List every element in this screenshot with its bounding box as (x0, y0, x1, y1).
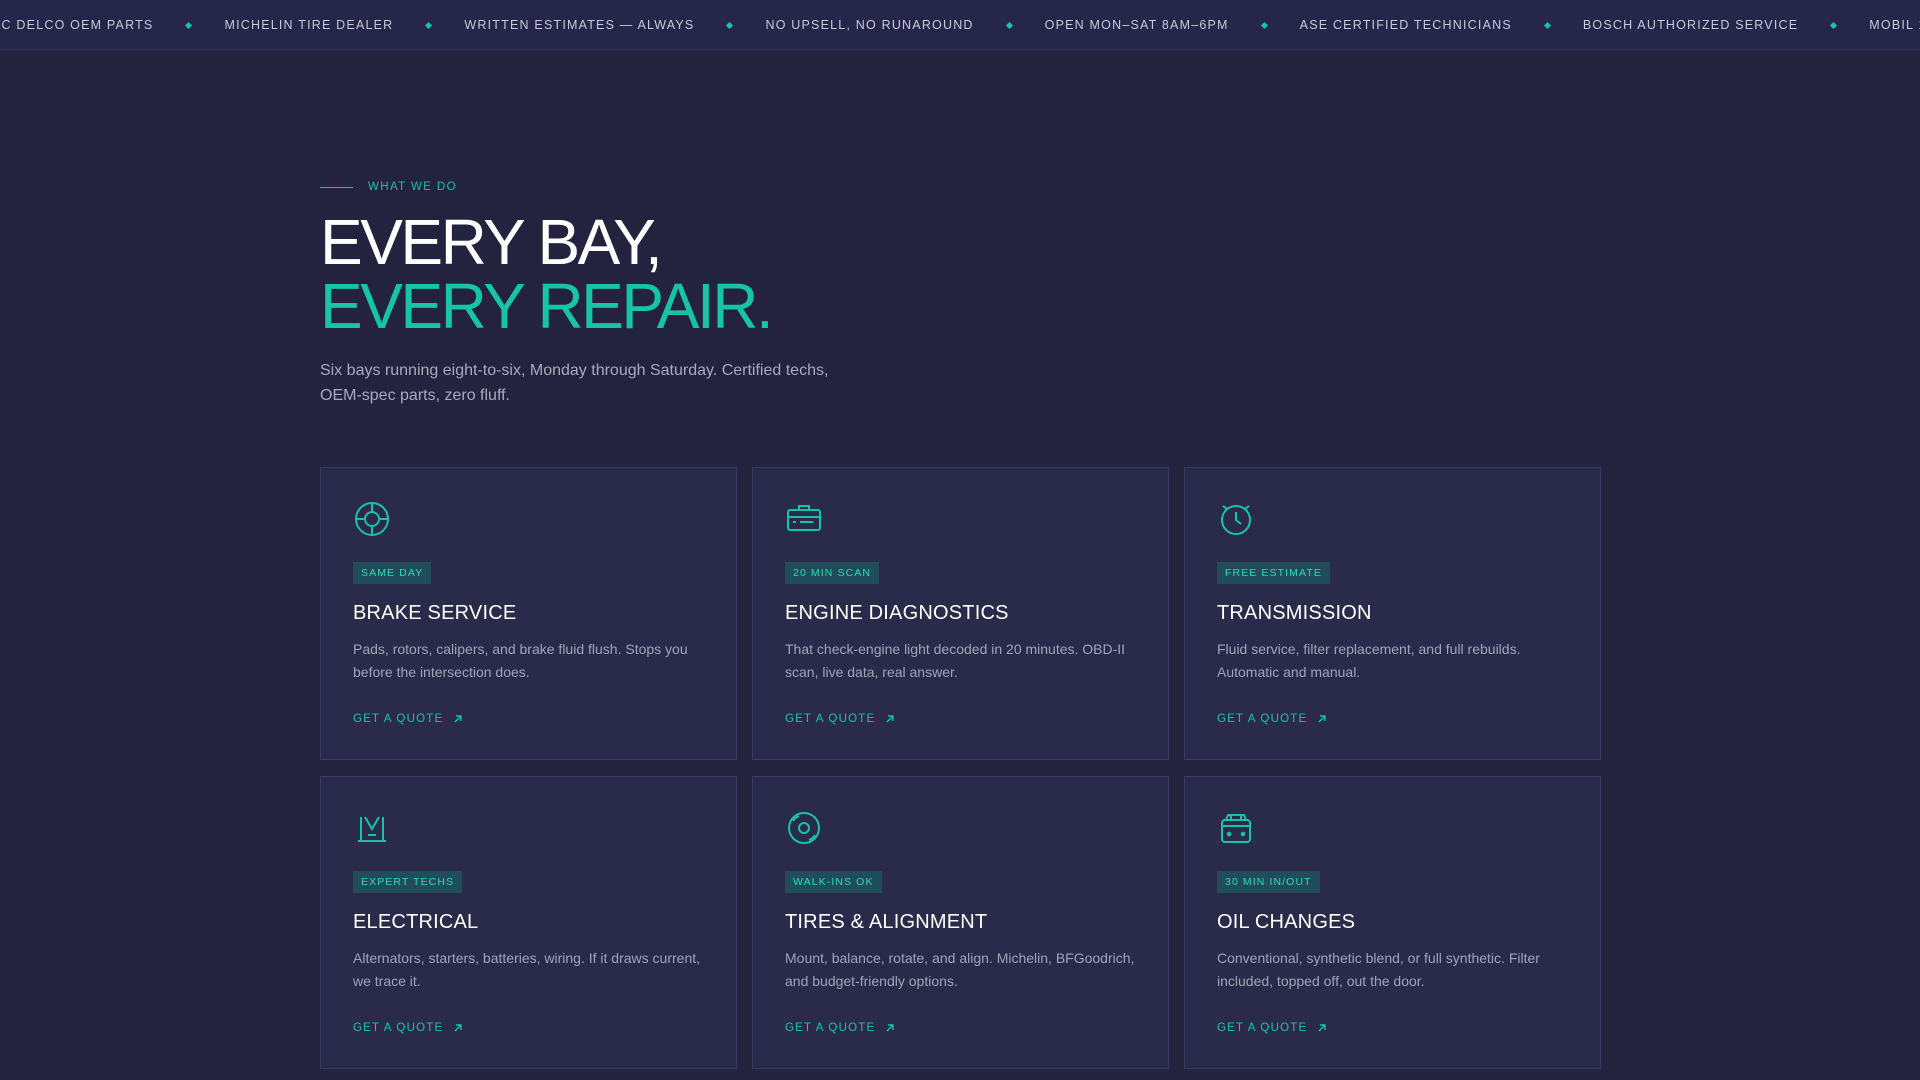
service-title: ENGINE DIAGNOSTICS (785, 602, 1009, 624)
arrow-up-right-icon (1317, 1023, 1327, 1033)
service-badge: SAME DAY (353, 562, 432, 584)
section-intro: Six bays running eight-to-six, Monday th… (320, 362, 829, 404)
services-intro: WHAT WE DO EVERY BAY, EVERY REPAIR. Six … (320, 180, 1120, 408)
headline-line-1: EVERY BAY, (320, 206, 663, 278)
ticker-item: MICHELIN TIRE DEALER (224, 18, 394, 32)
get-quote-label: GET A QUOTE (785, 713, 876, 725)
announcement-ticker: AC DELCO OEM PARTS MICHELIN TIRE DEALER … (0, 0, 1920, 50)
service-description: That check-engine light decoded in 20 mi… (785, 641, 1126, 680)
service-description: Pads, rotors, calipers, and brake fluid … (353, 641, 688, 680)
service-description: Mount, balance, rotate, and align. Miche… (785, 950, 1135, 989)
arrow-up-right-icon (453, 714, 463, 724)
ticker-item: BOSCH AUTHORIZED SERVICE (1582, 18, 1799, 32)
arrow-up-right-icon (1317, 714, 1327, 724)
diamond-separator-icon (1005, 21, 1013, 29)
service-title: TRANSMISSION (1217, 602, 1372, 624)
diamond-separator-icon (425, 21, 433, 29)
brake-disc-icon (353, 500, 391, 538)
service-description: Fluid service, filter replacement, and f… (1217, 641, 1521, 680)
get-quote-link[interactable]: GET A QUOTE (353, 1022, 463, 1034)
section-eyebrow: WHAT WE DO (320, 180, 1120, 194)
diagnostic-scanner-icon (785, 500, 823, 538)
service-title: OIL CHANGES (1217, 911, 1356, 933)
services-grid: SAME DAY BRAKE SERVICE Pads, rotors, cal… (320, 467, 1601, 1069)
ticker-item: ASE CERTIFIED TECHNICIANS (1299, 18, 1512, 32)
service-title: TIRES & ALIGNMENT (785, 911, 988, 933)
service-badge: WALK-INS OK (785, 871, 882, 893)
service-card-transmission: FREE ESTIMATE TRANSMISSION Fluid service… (1184, 467, 1601, 760)
diamond-separator-icon (1830, 21, 1838, 29)
clock-icon (1217, 500, 1255, 538)
oil-container-icon (1217, 809, 1255, 847)
service-card-electrical: EXPERT TECHS ELECTRICAL Alternators, sta… (320, 776, 737, 1069)
get-quote-label: GET A QUOTE (353, 1022, 444, 1034)
eyebrow-rule (320, 186, 353, 188)
headline-line-2: EVERY REPAIR. (320, 270, 774, 342)
service-description: Alternators, starters, batteries, wiring… (353, 950, 701, 989)
tire-icon (785, 809, 823, 847)
ticker-item: WRITTEN ESTIMATES — ALWAYS (464, 18, 695, 32)
ticker-track: AC DELCO OEM PARTS MICHELIN TIRE DEALER … (0, 0, 1920, 49)
service-badge: FREE ESTIMATE (1217, 562, 1330, 584)
arrow-up-right-icon (885, 714, 895, 724)
get-quote-link[interactable]: GET A QUOTE (353, 713, 463, 725)
service-description: Conventional, synthetic blend, or full s… (1217, 950, 1540, 989)
diamond-separator-icon (726, 21, 734, 29)
eyebrow-text: WHAT WE DO (368, 181, 457, 193)
get-quote-link[interactable]: GET A QUOTE (785, 713, 895, 725)
get-quote-link[interactable]: GET A QUOTE (1217, 713, 1327, 725)
ticker-item: NO UPSELL, NO RUNAROUND (765, 18, 974, 32)
service-title: ELECTRICAL (353, 911, 479, 933)
get-quote-label: GET A QUOTE (353, 713, 444, 725)
get-quote-link[interactable]: GET A QUOTE (785, 1022, 895, 1034)
get-quote-label: GET A QUOTE (1217, 713, 1308, 725)
service-card-tires: WALK-INS OK TIRES & ALIGNMENT Mount, bal… (752, 776, 1169, 1069)
ticker-item: MOBIL 1 SYNTHETIC OILS (1869, 18, 1920, 32)
ticker-item: OPEN MON–SAT 8AM–6PM (1044, 18, 1229, 32)
service-badge: 20 MIN SCAN (785, 562, 880, 584)
arrow-up-right-icon (885, 1023, 895, 1033)
section-headline: EVERY BAY, EVERY REPAIR. (320, 210, 1120, 338)
ticker-item: AC DELCO OEM PARTS (0, 18, 154, 32)
service-card-oil: 30 MIN IN/OUT OIL CHANGES Conventional, … (1184, 776, 1601, 1069)
arrow-up-right-icon (453, 1023, 463, 1033)
service-title: BRAKE SERVICE (353, 602, 517, 624)
service-card-diagnostics: 20 MIN SCAN ENGINE DIAGNOSTICS That chec… (752, 467, 1169, 760)
get-quote-label: GET A QUOTE (785, 1022, 876, 1034)
service-badge: 30 MIN IN/OUT (1217, 871, 1320, 893)
diamond-separator-icon (1260, 21, 1268, 29)
diamond-separator-icon (1543, 21, 1551, 29)
service-badge: EXPERT TECHS (353, 871, 463, 893)
get-quote-link[interactable]: GET A QUOTE (1217, 1022, 1327, 1034)
service-card-brakes: SAME DAY BRAKE SERVICE Pads, rotors, cal… (320, 467, 737, 760)
get-quote-label: GET A QUOTE (1217, 1022, 1308, 1034)
plug-icon (353, 809, 391, 847)
diamond-separator-icon (185, 21, 193, 29)
